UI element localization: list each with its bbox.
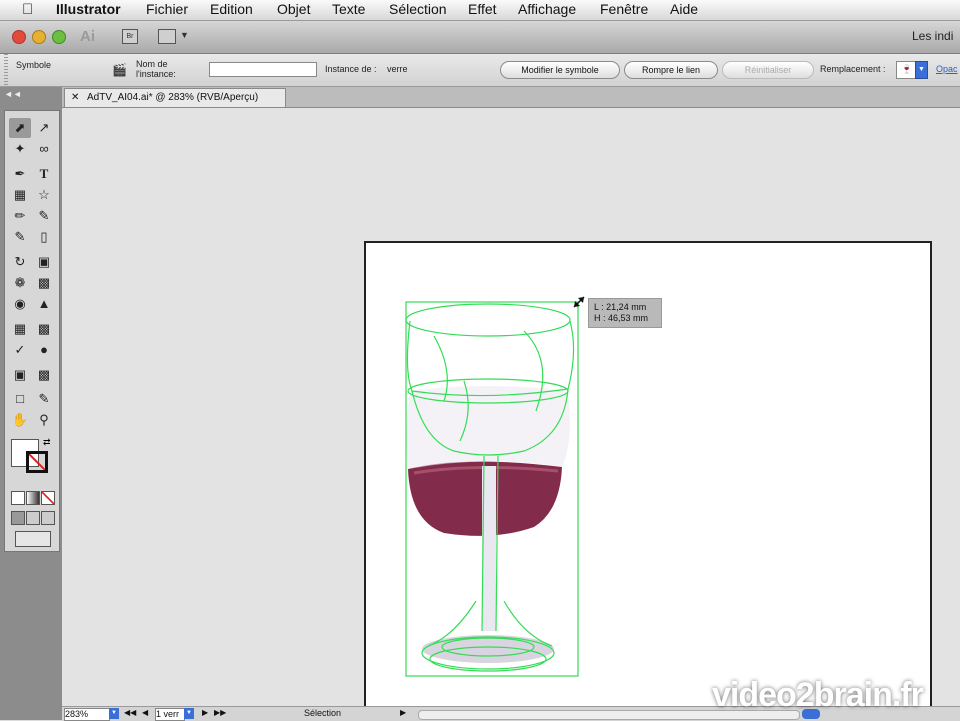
color-mode-icon[interactable] <box>11 491 25 505</box>
blob-brush-tool-icon[interactable]: ✎ <box>9 227 31 247</box>
instance-of-label: Instance de : <box>325 64 377 74</box>
direct-selection-tool-icon[interactable]: ↗ <box>33 118 55 138</box>
chevron-down-icon[interactable]: ▼ <box>915 61 928 79</box>
collapse-panel-icon[interactable]: ◄◄ <box>4 89 22 99</box>
chevron-down-icon[interactable]: ▼ <box>180 30 189 40</box>
menu-bar:  Illustrator Fichier Edition Objet Text… <box>0 0 960 21</box>
symbol-clapper-icon: 🎬 <box>112 63 127 77</box>
menu-edition[interactable]: Edition <box>210 1 253 17</box>
star-tool-icon[interactable]: ☆ <box>33 185 55 205</box>
artboard-number-field[interactable]: 1 verr <box>155 708 185 721</box>
close-window-button[interactable] <box>12 30 26 44</box>
live-paint-tool-icon[interactable]: ▲ <box>33 294 55 314</box>
tooltip-height: H : 46,53 mm <box>594 313 649 323</box>
swap-fill-stroke-icon[interactable]: ⇄ <box>43 437 51 448</box>
next-artboard-icon[interactable]: ▶ <box>202 708 208 717</box>
panel-grip[interactable] <box>4 54 8 86</box>
graph-tool-icon[interactable]: ▩ <box>33 365 55 385</box>
dimension-tooltip: L : 21,24 mm H : 46,53 mm <box>588 298 662 328</box>
symbol-sprayer-tool-icon[interactable]: ▣ <box>9 365 31 385</box>
menu-fenetre[interactable]: Fenêtre <box>600 1 648 17</box>
previous-artboard-icon[interactable]: ◀ <box>142 708 148 717</box>
arrange-documents-icon[interactable] <box>158 29 176 44</box>
document-tab-bar: ✕ AdTV_AI04.ai* @ 283% (RVB/Aperçu) <box>62 87 960 108</box>
first-artboard-icon[interactable]: ◀◀ <box>124 708 136 717</box>
magic-wand-tool-icon[interactable]: ✦ <box>9 139 31 159</box>
stroke-swatch[interactable] <box>26 451 48 473</box>
menu-selection[interactable]: Sélection <box>389 1 447 17</box>
type-tool-icon[interactable]: T <box>33 164 55 184</box>
document-tab-title: AdTV_AI04.ai* @ 283% (RVB/Aperçu) <box>87 92 259 103</box>
status-mode[interactable]: Sélection <box>304 708 341 718</box>
shape-builder-tool-icon[interactable]: ◉ <box>9 294 31 314</box>
object-type-label: Symbole <box>16 60 52 70</box>
free-transform-tool-icon[interactable]: ▩ <box>33 273 55 293</box>
rotate-tool-icon[interactable]: ↻ <box>9 252 31 272</box>
close-tab-icon[interactable]: ✕ <box>71 89 79 107</box>
instance-name-label: Nom de l'instance: <box>136 59 176 79</box>
screen-mode-icon[interactable] <box>15 531 51 547</box>
lasso-tool-icon[interactable]: ∞ <box>33 139 55 159</box>
zoom-tool-icon[interactable]: ⚲ <box>33 410 55 430</box>
menu-app-name[interactable]: Illustrator <box>56 1 121 17</box>
modify-symbol-button[interactable]: Modifier le symbole <box>500 61 620 79</box>
control-panel: Symbole 🎬 Nom de l'instance: Instance de … <box>0 54 960 87</box>
gradient-tool-icon[interactable]: ▩ <box>33 319 55 339</box>
instance-name-input[interactable] <box>209 62 317 77</box>
brush-tool-icon[interactable]: ✏ <box>9 206 31 226</box>
draw-behind-icon[interactable] <box>26 511 40 525</box>
perspective-grid-tool-icon[interactable]: ▦ <box>9 319 31 339</box>
eraser-tool-icon[interactable]: ▯ <box>33 227 55 247</box>
opacity-link[interactable]: Opac <box>936 64 958 74</box>
eyedropper-tool-icon[interactable]: ✓ <box>9 340 31 360</box>
grid-tool-icon[interactable]: ▦ <box>9 185 31 205</box>
instance-of-value: verre <box>387 64 408 74</box>
chevron-down-icon[interactable]: ▼ <box>184 708 194 719</box>
zoom-level-field[interactable]: 283% <box>64 708 110 721</box>
scale-tool-icon[interactable]: ▣ <box>33 252 55 272</box>
menu-aide[interactable]: Aide <box>670 1 698 17</box>
none-mode-icon[interactable] <box>41 491 55 505</box>
reset-button[interactable]: Réinitialiser <box>722 61 814 79</box>
document-tab[interactable]: ✕ AdTV_AI04.ai* @ 283% (RVB/Aperçu) <box>64 88 286 107</box>
zoom-window-button[interactable] <box>52 30 66 44</box>
tools-panel: ⬈ ↗ ✦ ∞ ✒ T ▦ ☆ ✏ ✎ ✎ ▯ ↻ ▣ ❁ ▩ ◉ ▲ ▦ ▩ … <box>4 110 60 552</box>
bridge-button-icon[interactable]: Br <box>122 29 138 44</box>
warp-tool-icon[interactable]: ❁ <box>9 273 31 293</box>
menu-texte[interactable]: Texte <box>332 1 365 17</box>
selection-tool-icon[interactable]: ⬈ <box>9 118 31 138</box>
hand-tool-icon[interactable]: ✋ <box>9 410 31 430</box>
chevron-down-icon[interactable]: ▼ <box>109 708 119 719</box>
workspace-label[interactable]: Les indi <box>912 29 953 43</box>
menu-affichage[interactable]: Affichage <box>518 1 576 17</box>
pencil-tool-icon[interactable]: ✎ <box>33 206 55 226</box>
last-artboard-icon[interactable]: ▶▶ <box>214 708 226 717</box>
draw-normal-icon[interactable] <box>11 511 25 525</box>
pen-tool-icon[interactable]: ✒ <box>9 164 31 184</box>
blend-tool-icon[interactable]: ● <box>33 340 55 360</box>
menu-fichier[interactable]: Fichier <box>146 1 188 17</box>
gradient-mode-icon[interactable] <box>26 491 40 505</box>
minimize-window-button[interactable] <box>32 30 46 44</box>
menu-objet[interactable]: Objet <box>277 1 310 17</box>
apple-icon[interactable]:  <box>22 1 33 18</box>
slice-tool-icon[interactable]: ✎ <box>33 389 55 409</box>
tooltip-width: L : 21,24 mm <box>594 302 647 312</box>
draw-inside-icon[interactable] <box>41 511 55 525</box>
video2brain-watermark: video2brain.fr <box>712 676 924 714</box>
break-link-button[interactable]: Rompre le lien <box>624 61 718 79</box>
status-menu-icon[interactable]: ▶ <box>400 708 406 717</box>
replace-symbol-dropdown[interactable]: 🍷 <box>896 61 916 79</box>
application-bar: Ai Br ▼ Les indi <box>0 21 960 54</box>
artboard-tool-icon[interactable]: □ <box>9 389 31 409</box>
wine-glass-icon: 🍷 <box>901 64 913 74</box>
menu-effet[interactable]: Effet <box>468 1 497 17</box>
illustrator-logo-icon: Ai <box>80 28 95 45</box>
replace-label: Remplacement : <box>820 64 886 74</box>
